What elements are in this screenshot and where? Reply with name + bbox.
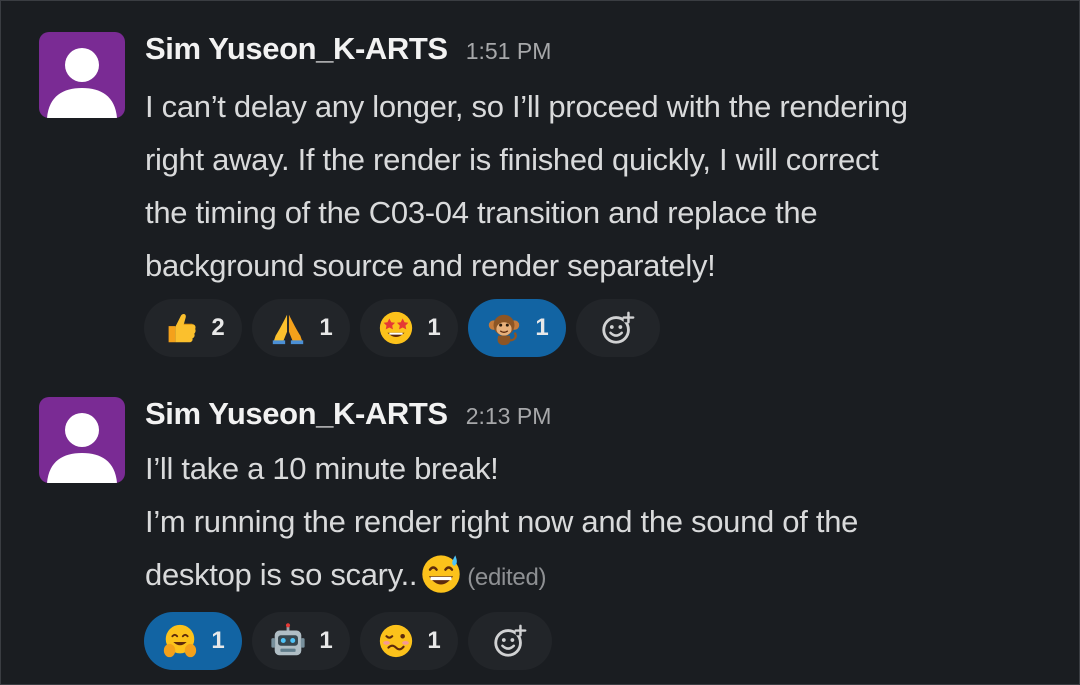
woozy-face-icon (380, 624, 413, 658)
author-name[interactable]: Sim Yuseon_K-ARTS (145, 396, 448, 432)
message-pane: Sim Yuseon_K-ARTS 1:51 PM I can’t delay … (0, 0, 1080, 685)
thumbs-up-icon (168, 313, 196, 343)
message-line: desktop is so scary.. (145, 557, 418, 592)
reaction-bar: 2 1 1 1 (144, 299, 660, 357)
add-reaction-icon (602, 311, 635, 344)
folded-hands-icon (273, 314, 304, 345)
timestamp[interactable]: 1:51 PM (466, 38, 552, 65)
reaction-star-struck[interactable]: 1 (360, 299, 458, 357)
message-header: Sim Yuseon_K-ARTS 2:13 PM (145, 396, 551, 436)
message-line: I’ll take a 10 minute break! (145, 451, 499, 486)
author-name[interactable]: Sim Yuseon_K-ARTS (145, 31, 448, 67)
message-line: right away. If the render is finished qu… (145, 142, 879, 177)
user-silhouette-icon (47, 413, 117, 483)
user-silhouette-icon (47, 48, 117, 118)
reaction-thumbs-up[interactable]: 2 (144, 299, 242, 357)
add-reaction-button[interactable] (468, 612, 552, 670)
reaction-count: 1 (319, 627, 333, 654)
reaction-bar: 1 1 1 (144, 612, 552, 670)
message-line: I can’t delay any longer, so I’ll procee… (145, 89, 908, 124)
reaction-woozy-face[interactable]: 1 (360, 612, 458, 670)
reaction-hugging-face[interactable]: 1 (144, 612, 242, 670)
message-text: I can’t delay any longer, so I’ll procee… (145, 80, 1065, 292)
edited-label: (edited) (467, 564, 547, 591)
reaction-monkey[interactable]: 1 (468, 299, 566, 357)
message-line: I’m running the render right now and the… (145, 504, 859, 539)
message-line: background source and render separately! (145, 248, 716, 283)
message-line: the timing of the C03-04 transition and … (145, 195, 818, 230)
reaction-robot[interactable]: 1 (252, 612, 350, 670)
reaction-count: 1 (535, 314, 549, 341)
reaction-count: 2 (211, 314, 225, 341)
star-struck-icon (380, 311, 413, 345)
hugging-face-icon (164, 624, 197, 658)
timestamp[interactable]: 2:13 PM (466, 403, 552, 430)
reaction-count: 1 (319, 314, 333, 341)
avatar[interactable] (39, 32, 125, 118)
reaction-count: 1 (427, 314, 441, 341)
avatar[interactable] (39, 397, 125, 483)
message-line-last: desktop is so scary.. (edited) (145, 548, 1065, 604)
monkey-icon (489, 314, 520, 346)
robot-icon (271, 623, 305, 656)
message-text: I’ll take a 10 minute break! I’m running… (145, 442, 1065, 604)
reaction-count: 1 (211, 627, 225, 654)
message-header: Sim Yuseon_K-ARTS 1:51 PM (145, 31, 551, 71)
add-reaction-icon (494, 624, 527, 657)
reaction-folded-hands[interactable]: 1 (252, 299, 350, 357)
reaction-count: 1 (427, 627, 441, 654)
add-reaction-button[interactable] (576, 299, 660, 357)
grinning-sweat-icon (422, 555, 460, 593)
